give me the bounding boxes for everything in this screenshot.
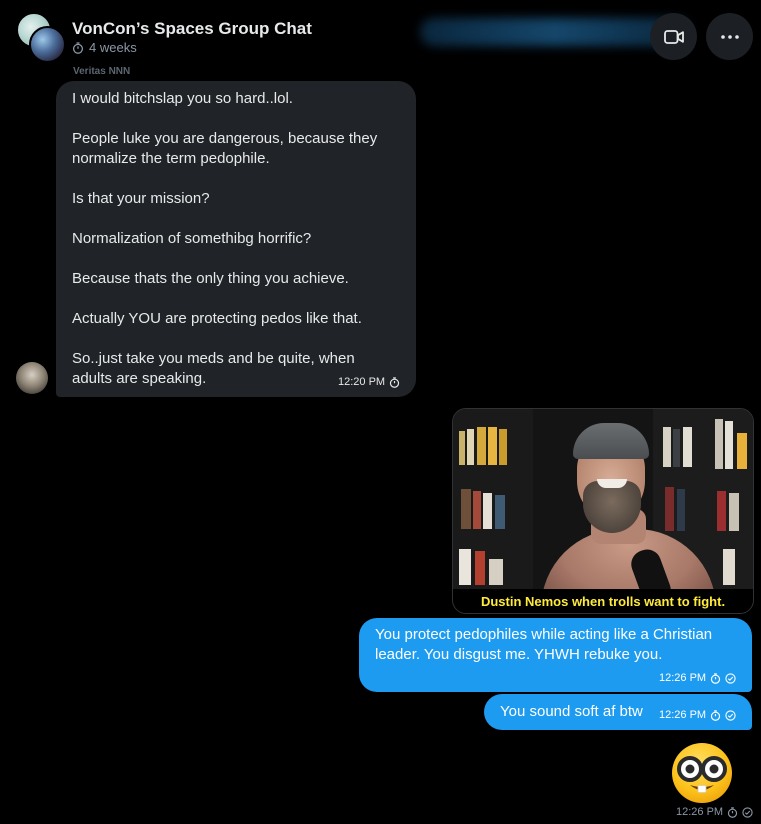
message-text: You sound soft af btw [500,703,643,720]
dm-conversation: VonCon’s Spaces Group Chat 4 weeks Verit… [0,0,761,824]
timer-icon [710,672,721,684]
message-text: So..just take you meds and be quite, whe… [72,350,355,367]
message-text: Normalization of somethibg horrific? [72,230,312,247]
message-text: normalize the term pedophile. [72,150,270,167]
timestamp-text: 12:20 PM [338,376,386,388]
message-timestamp: 12:26 PM [659,672,736,684]
message-text: leader. You disgust me. YHWH rebuke you. [375,646,663,663]
message-text: Actually YOU are protecting pedos like t… [72,310,362,327]
timer-icon [710,709,721,721]
message-text: I would bitchslap you so hard..lol. [72,90,293,107]
member-avatar [29,26,66,63]
read-receipt-icon [725,709,736,721]
nerd-face-icon [672,743,732,803]
outgoing-message-bubble[interactable]: You protect pedophiles while acting like… [359,618,752,692]
timestamp-text: 12:26 PM [659,672,707,684]
conversation-header: VonCon’s Spaces Group Chat 4 weeks [0,0,761,66]
disappearing-duration: 4 weeks [89,40,137,55]
video-call-button[interactable] [650,13,697,60]
bookshelf [453,409,533,589]
read-receipt-icon [725,672,736,684]
media-attachment[interactable]: Dustin Nemos when trolls want to fight. [452,408,754,614]
nerd-face-emoji[interactable] [670,741,734,805]
timestamp-text: 12:26 PM [659,709,707,721]
outgoing-message-bubble[interactable]: You sound soft af btw 12:26 PM [484,694,752,730]
more-options-button[interactable] [706,13,753,60]
chat-title[interactable]: VonCon’s Spaces Group Chat [72,19,312,39]
timer-icon [727,806,738,818]
more-options-icon [720,34,739,39]
message-timestamp: 12:26 PM [676,806,753,818]
video-call-icon [663,29,684,44]
message-timestamp: 12:26 PM [659,709,736,721]
timer-icon [72,41,84,54]
sender-avatar[interactable] [16,362,48,394]
message-text: Because thats the only thing you achieve… [72,270,349,287]
chat-subtitle: 4 weeks [72,40,137,55]
read-receipt-icon [742,806,753,818]
person-smile [597,479,627,488]
person-beanie [573,423,649,459]
message-text: adults are speaking. [72,370,207,387]
message-text: Is that your mission? [72,190,210,207]
group-avatar[interactable] [16,12,66,63]
timer-icon [389,376,400,388]
message-timestamp: 12:20 PM [338,376,400,388]
timestamp-text: 12:26 PM [676,806,724,818]
message-text: You protect pedophiles while acting like… [375,626,713,643]
message-text: People luke you are dangerous, because t… [72,130,378,147]
media-caption: Dustin Nemos when trolls want to fight. [480,594,726,609]
sender-name[interactable]: Veritas NNN [73,66,130,77]
